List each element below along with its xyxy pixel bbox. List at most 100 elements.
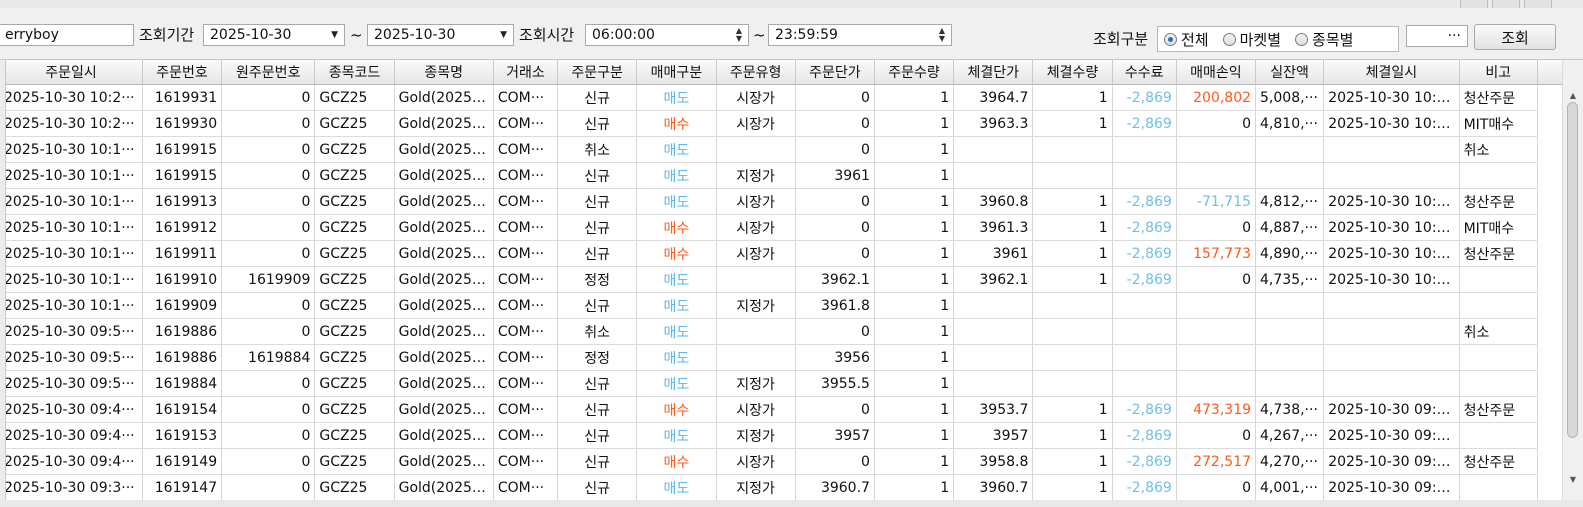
cell-order-no: 1619910	[142, 266, 223, 293]
radio-selected-icon[interactable]	[1164, 32, 1177, 46]
column-header-side[interactable]: 매매구분	[636, 60, 717, 85]
column-header-fill-qty[interactable]: 체결수량	[1032, 60, 1113, 85]
table-row[interactable]: 2025-10-30 09:4··· 1619149 0 GCZ25 Gold(2025…	[0, 448, 1539, 475]
column-header-symbol-name[interactable]: 종목명	[394, 60, 494, 85]
column-header-exchange[interactable]: 거래소	[493, 60, 559, 85]
table-row[interactable]: 2025-10-30 09:4··· 1619153 0 GCZ25 Gold(2025…	[0, 422, 1539, 449]
radio-unselected-icon[interactable]	[1295, 32, 1309, 46]
cell-order-datetime: 2025-10-30 10:1···	[0, 292, 143, 319]
table-row[interactable]: 2025-10-30 09:4··· 1619154 0 GCZ25 Gold(2025…	[0, 396, 1539, 423]
table-row[interactable]: 2025-10-30 10:1··· 1619911 0 GCZ25 Gold(2025…	[0, 240, 1539, 267]
radio-symbol[interactable]: 종목별	[1295, 29, 1353, 50]
table-row[interactable]: 2025-10-30 09:5··· 1619884 0 GCZ25 Gold(2025…	[0, 370, 1539, 397]
cell-order-kind: 정정	[557, 266, 638, 293]
cell-remark	[1459, 370, 1539, 397]
spinner-arrows-icon[interactable]: ▲ ▼	[939, 27, 945, 43]
cell-fill-datetime	[1323, 318, 1460, 345]
column-header-fill-price[interactable]: 체결단가	[953, 60, 1034, 85]
column-header-trade-pnl[interactable]: 매매손익	[1176, 60, 1257, 85]
cell-order-type: 시장가	[716, 84, 796, 111]
cell-order-datetime: 2025-10-30 10:1···	[0, 136, 143, 163]
query-button[interactable]: 조회	[1474, 24, 1556, 50]
table-row[interactable]: 2025-10-30 10:1··· 1619909 0 GCZ25 Gold(2025…	[0, 292, 1539, 319]
cell-order-type: 시장가	[716, 214, 796, 241]
cell-fill-price: 3960.7	[953, 474, 1034, 501]
scroll-thumb[interactable]	[1567, 102, 1578, 438]
cell-order-kind: 신규	[557, 188, 638, 215]
cell-remark	[1459, 422, 1539, 449]
column-header-actual-balance[interactable]: 실잔액	[1255, 60, 1325, 85]
cell-order-type: 시장가	[716, 396, 796, 423]
column-header-order-datetime[interactable]: 주문일시	[0, 60, 143, 85]
ellipsis-button[interactable]: ···	[1448, 28, 1461, 44]
cell-fill-price: 3964.7	[953, 84, 1034, 111]
cell-trade-pnl: 0	[1176, 214, 1257, 241]
table-row[interactable]: 2025-10-30 09:3··· 1619147 0 GCZ25 Gold(2025…	[0, 474, 1539, 501]
column-header-remark[interactable]: 비고	[1459, 60, 1539, 85]
date-from-combo[interactable]: 2025-10-30 ▼	[203, 24, 345, 46]
cell-order-kind: 신규	[557, 422, 638, 449]
table-row[interactable]: 2025-10-30 10:1··· 1619915 0 GCZ25 Gold(2025…	[0, 162, 1539, 189]
time-to-spinner[interactable]: 23:59:59 ▲ ▼	[768, 24, 952, 46]
date-to-combo[interactable]: 2025-10-30 ▼	[367, 24, 514, 46]
cell-order-kind: 신규	[557, 214, 638, 241]
table-row[interactable]: 2025-10-30 10:1··· 1619912 0 GCZ25 Gold(2025…	[0, 214, 1539, 241]
cell-order-kind: 신규	[557, 396, 638, 423]
time-from-spinner[interactable]: 06:00:00 ▲ ▼	[585, 24, 749, 46]
column-header-order-qty[interactable]: 주문수량	[874, 60, 955, 85]
column-header-fee[interactable]: 수수료	[1112, 60, 1177, 85]
cell-remark: 청산주문	[1459, 84, 1539, 111]
vertical-scrollbar[interactable]: ▲ ▼	[1562, 60, 1583, 501]
cell-symbol-name: Gold(2025,···	[394, 188, 494, 215]
cell-order-datetime: 2025-10-30 10:1···	[0, 266, 143, 293]
spinner-arrows-icon[interactable]: ▲ ▼	[736, 27, 742, 43]
cell-order-price: 0	[795, 318, 875, 345]
cell-orig-order-no: 0	[221, 370, 316, 397]
cell-order-no: 1619147	[142, 474, 223, 501]
column-header-order-kind[interactable]: 주문구분	[557, 60, 638, 85]
cell-fill-datetime	[1323, 370, 1460, 397]
cell-order-datetime: 2025-10-30 09:4···	[0, 422, 143, 449]
column-header-symbol-code[interactable]: 종목코드	[314, 60, 395, 85]
cell-trade-pnl: 473,319	[1176, 396, 1257, 423]
table-row[interactable]: 2025-10-30 10:2··· 1619930 0 GCZ25 Gold(2025…	[0, 110, 1539, 137]
cell-remark	[1459, 162, 1539, 189]
radio-all[interactable]: 전체	[1164, 29, 1209, 50]
column-header-orig-order-no[interactable]: 원주문번호	[221, 60, 316, 85]
cell-symbol-name: Gold(2025,···	[394, 110, 494, 137]
cell-orig-order-no: 0	[221, 110, 316, 137]
time-label: 조회시간	[519, 26, 575, 44]
chevron-down-icon[interactable]: ▼	[331, 30, 338, 40]
radio-market[interactable]: 마켓별	[1222, 29, 1281, 50]
table-row[interactable]: 2025-10-30 09:5··· 1619886 1619884 GCZ25 Gol…	[0, 344, 1539, 371]
table-row[interactable]: 2025-10-30 09:5··· 1619886 0 GCZ25 Gold(2025…	[0, 318, 1539, 345]
radio-unselected-icon[interactable]	[1222, 32, 1236, 46]
table-row[interactable]: 2025-10-30 10:1··· 1619915 0 GCZ25 Gold(2025…	[0, 136, 1539, 163]
column-header-order-type[interactable]: 주문유형	[716, 60, 796, 85]
cell-order-datetime: 2025-10-30 09:4···	[0, 448, 143, 475]
cell-actual-balance	[1255, 162, 1325, 189]
chevron-down-icon[interactable]: ▼	[500, 30, 507, 40]
cell-actual-balance: 4,890,···	[1255, 240, 1325, 267]
symbol-picker-input[interactable]: ···	[1406, 25, 1468, 47]
column-header-fill-datetime[interactable]: 체결일시	[1323, 60, 1460, 85]
cell-exchange: COM···	[493, 292, 559, 319]
account-input[interactable]: erryboy	[0, 24, 134, 46]
cell-fill-datetime	[1323, 136, 1460, 163]
table-row[interactable]: 2025-10-30 10:2··· 1619931 0 GCZ25 Gold(2025…	[0, 84, 1539, 111]
cell-fee: -2,869	[1112, 396, 1177, 423]
cell-fill-qty	[1032, 136, 1113, 163]
column-header-order-price[interactable]: 주문단가	[795, 60, 875, 85]
table-row[interactable]: 2025-10-30 10:1··· 1619910 1619909 GCZ25 Gol…	[0, 266, 1539, 293]
scroll-down-icon[interactable]: ▼	[1563, 470, 1583, 488]
cell-symbol-code: GCZ25	[314, 422, 395, 449]
table-row[interactable]: 2025-10-30 10:1··· 1619913 0 GCZ25 Gold(2025…	[0, 188, 1539, 215]
cell-trade-pnl: 157,773	[1176, 240, 1257, 267]
column-header-order-no[interactable]: 주문번호	[142, 60, 223, 85]
cell-orig-order-no: 0	[221, 292, 316, 319]
cell-side: 매도	[636, 344, 717, 371]
cell-fill-qty	[1032, 370, 1113, 397]
cell-trade-pnl: 200,802	[1176, 84, 1257, 111]
cell-fill-price: 3963.3	[953, 110, 1034, 137]
cell-symbol-name: Gold(2025,···	[394, 84, 494, 111]
